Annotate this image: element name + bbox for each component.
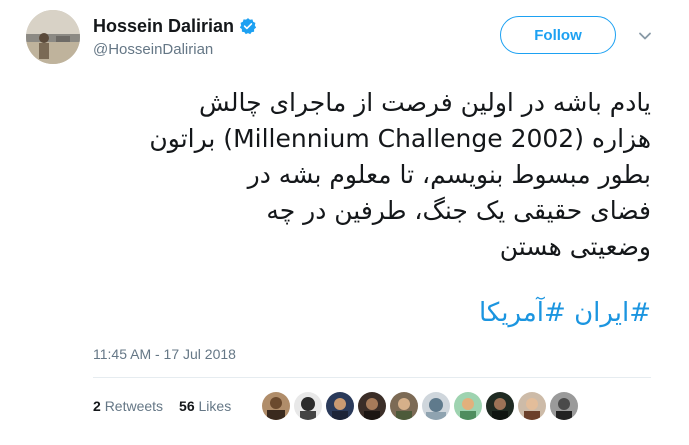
tweet-line: فضای حقیقی یک جنگ، طرفین در چه [266, 196, 651, 225]
tweet-stats: 2 Retweets 56 Likes [93, 398, 231, 414]
display-name[interactable]: Hossein Dalirian [93, 15, 234, 37]
liker-avatar[interactable] [550, 392, 578, 420]
likes-count: 56 [179, 398, 195, 414]
liker-avatar[interactable] [486, 392, 514, 420]
verified-badge-icon [239, 17, 257, 35]
user-handle[interactable]: @HosseinDalirian [93, 41, 257, 59]
retweets-label: Retweets [104, 398, 164, 414]
follow-button[interactable]: Follow [500, 16, 616, 54]
liker-avatar[interactable] [518, 392, 546, 420]
user-info: Hossein Dalirian @HosseinDalirian [93, 15, 257, 59]
tweet-text: یادم باشه در اولین فرصت از ماجرای چالش ه… [91, 85, 651, 265]
tweet-line: بطور مبسوط بنویسم، تا معلوم بشه در [247, 160, 651, 189]
display-name-row[interactable]: Hossein Dalirian [93, 15, 257, 37]
hashtag-link[interactable]: #آمریکا [479, 298, 566, 328]
hashtags: #ایران #آمریکا [479, 295, 651, 331]
liker-avatar[interactable] [326, 392, 354, 420]
liker-avatar[interactable] [262, 392, 290, 420]
liker-avatar[interactable] [294, 392, 322, 420]
likes-label: Likes [198, 398, 232, 414]
tweet-timestamp[interactable]: 11:45 AM - 17 Jul 2018 [93, 346, 236, 362]
liker-avatar[interactable] [390, 392, 418, 420]
chevron-down-icon[interactable] [637, 28, 653, 44]
liker-avatar[interactable] [454, 392, 482, 420]
divider [93, 377, 651, 378]
tweet-line: وضعیتی هستن [499, 232, 651, 261]
likes-stat[interactable]: 56 Likes [179, 398, 231, 414]
liker-avatar[interactable] [358, 392, 386, 420]
liker-avatars [262, 392, 578, 420]
retweets-count: 2 [93, 398, 101, 414]
tweet-line: یادم باشه در اولین فرصت از ماجرای چالش [198, 88, 651, 117]
retweets-stat[interactable]: 2 Retweets [93, 398, 163, 414]
tweet-line: هزاره (Millennium Challenge 2002) براتون [149, 124, 651, 153]
hashtag-link[interactable]: #ایران [574, 298, 651, 328]
liker-avatar[interactable] [422, 392, 450, 420]
avatar[interactable] [26, 10, 80, 64]
